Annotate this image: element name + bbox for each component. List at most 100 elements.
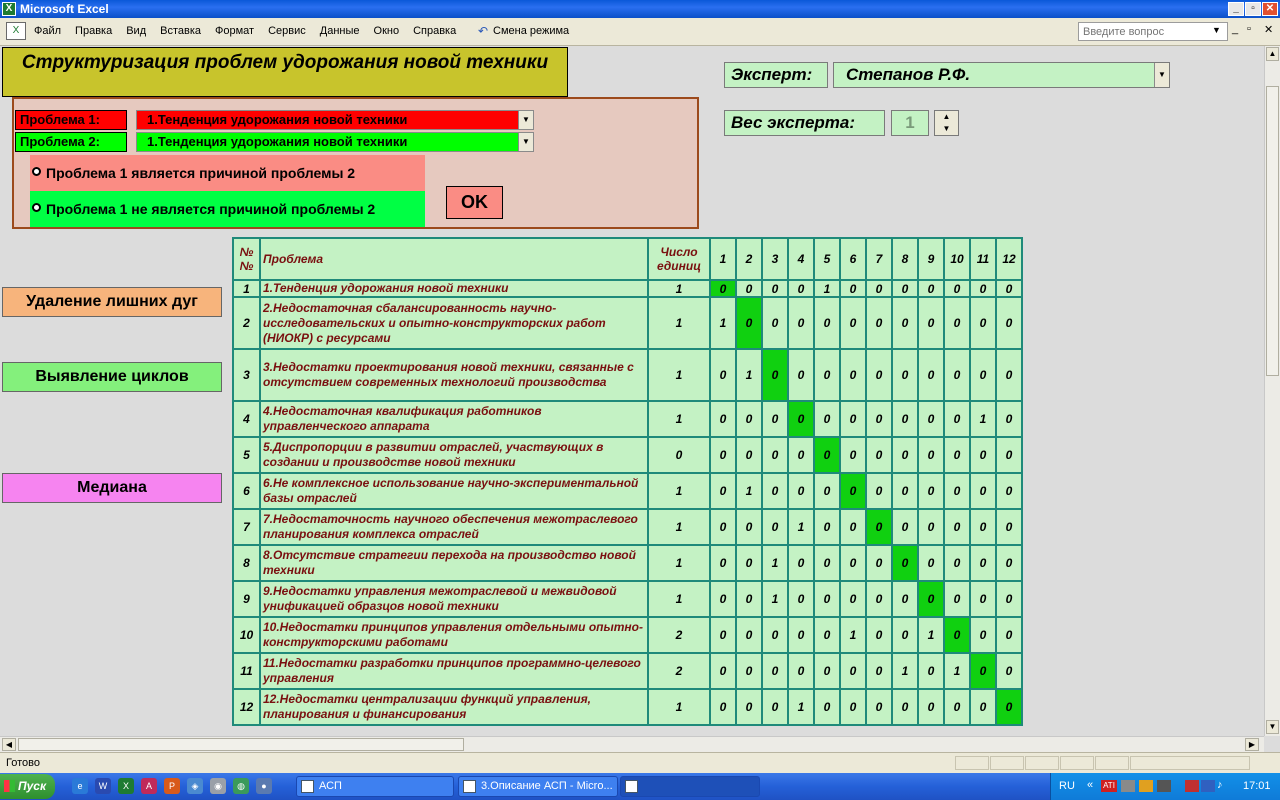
- matrix-cell[interactable]: 0: [839, 296, 867, 350]
- matrix-cell[interactable]: 0: [995, 436, 1023, 474]
- matrix-cell[interactable]: 0: [761, 296, 789, 350]
- workbook-icon[interactable]: X: [6, 22, 26, 40]
- diagonal-cell[interactable]: 0: [891, 544, 919, 582]
- matrix-cell[interactable]: 0: [995, 580, 1023, 618]
- menu-tools[interactable]: Сервис: [268, 25, 306, 37]
- excel-icon[interactable]: X: [118, 778, 134, 794]
- radio-dot-icon[interactable]: [32, 203, 41, 212]
- matrix-cell[interactable]: 0: [917, 400, 945, 438]
- matrix-cell[interactable]: 0: [813, 688, 841, 726]
- maximize-button[interactable]: ▫: [1245, 2, 1261, 16]
- word-icon[interactable]: W: [95, 778, 111, 794]
- matrix-cell[interactable]: 0: [735, 580, 763, 618]
- doc-minimize-button[interactable]: _: [1232, 23, 1238, 35]
- matrix-cell[interactable]: 0: [839, 652, 867, 690]
- matrix-cell[interactable]: 0: [969, 296, 997, 350]
- matrix-cell[interactable]: 0: [891, 508, 919, 546]
- menu-insert[interactable]: Вставка: [160, 25, 201, 37]
- doc-restore-button[interactable]: ▫: [1247, 23, 1251, 35]
- matrix-cell[interactable]: 0: [943, 688, 971, 726]
- matrix-cell[interactable]: 0: [969, 616, 997, 654]
- matrix-cell[interactable]: 0: [761, 688, 789, 726]
- matrix-cell[interactable]: 0: [813, 544, 841, 582]
- diagonal-cell[interactable]: 0: [865, 508, 893, 546]
- problem1-combo[interactable]: 1.Тенденция удорожания новой техники ▼: [136, 110, 534, 130]
- matrix-cell[interactable]: 0: [787, 279, 815, 298]
- matrix-cell[interactable]: 0: [865, 472, 893, 510]
- matrix-cell[interactable]: 1: [813, 279, 841, 298]
- matrix-cell[interactable]: 0: [917, 279, 945, 298]
- diagonal-cell[interactable]: 0: [761, 348, 789, 402]
- matrix-cell[interactable]: 0: [995, 544, 1023, 582]
- matrix-cell[interactable]: 0: [735, 688, 763, 726]
- matrix-cell[interactable]: 0: [917, 296, 945, 350]
- matrix-cell[interactable]: 0: [787, 348, 815, 402]
- monitor-tray-icon[interactable]: [1201, 780, 1215, 792]
- matrix-cell[interactable]: 0: [865, 688, 893, 726]
- menu-help[interactable]: Справка: [413, 25, 456, 37]
- matrix-cell[interactable]: 0: [943, 508, 971, 546]
- matrix-cell[interactable]: 0: [709, 348, 737, 402]
- matrix-cell[interactable]: 0: [761, 400, 789, 438]
- matrix-cell[interactable]: 0: [969, 544, 997, 582]
- matrix-cell[interactable]: 0: [813, 348, 841, 402]
- matrix-cell[interactable]: 0: [943, 296, 971, 350]
- matrix-cell[interactable]: 0: [787, 296, 815, 350]
- start-button[interactable]: Пуск: [0, 774, 55, 799]
- matrix-cell[interactable]: 0: [813, 580, 841, 618]
- detect-cycles-button[interactable]: Выявление циклов: [2, 362, 222, 392]
- scroll-left-icon[interactable]: ◀: [2, 738, 16, 751]
- matrix-cell[interactable]: 0: [917, 508, 945, 546]
- globe-icon[interactable]: ●: [256, 778, 272, 794]
- median-button[interactable]: Медиана: [2, 473, 222, 503]
- matrix-cell[interactable]: 0: [891, 436, 919, 474]
- matrix-cell[interactable]: 0: [969, 436, 997, 474]
- matrix-cell[interactable]: 0: [891, 580, 919, 618]
- weight-value[interactable]: 1: [891, 110, 929, 136]
- remove-arcs-button[interactable]: Удаление лишних дуг: [2, 287, 222, 317]
- network-icon[interactable]: ◍: [233, 778, 249, 794]
- diagonal-cell[interactable]: 0: [735, 296, 763, 350]
- matrix-cell[interactable]: 0: [995, 616, 1023, 654]
- matrix-cell[interactable]: 0: [761, 279, 789, 298]
- ati-icon[interactable]: ATI: [1101, 780, 1117, 792]
- matrix-cell[interactable]: 0: [735, 436, 763, 474]
- diagonal-cell[interactable]: 0: [917, 580, 945, 618]
- matrix-cell[interactable]: 0: [917, 544, 945, 582]
- diagonal-cell[interactable]: 0: [709, 279, 737, 298]
- matrix-cell[interactable]: 0: [943, 472, 971, 510]
- mode-switch-button[interactable]: Смена режима: [493, 25, 569, 37]
- matrix-cell[interactable]: 1: [787, 508, 815, 546]
- matrix-cell[interactable]: 0: [865, 652, 893, 690]
- matrix-cell[interactable]: 0: [891, 348, 919, 402]
- matrix-cell[interactable]: 0: [709, 400, 737, 438]
- access-icon[interactable]: A: [141, 778, 157, 794]
- matrix-cell[interactable]: 0: [839, 688, 867, 726]
- matrix-cell[interactable]: 0: [787, 436, 815, 474]
- menu-view[interactable]: Вид: [126, 25, 146, 37]
- diagonal-cell[interactable]: 0: [813, 436, 841, 474]
- radio-dot-icon[interactable]: [32, 167, 41, 176]
- chevron-down-icon[interactable]: ▼: [518, 133, 533, 151]
- matrix-cell[interactable]: 0: [969, 279, 997, 298]
- expert-combo[interactable]: Степанов Р.Ф. ▼: [833, 62, 1170, 88]
- matrix-cell[interactable]: 0: [709, 616, 737, 654]
- chevron-down-icon[interactable]: ▼: [518, 111, 533, 129]
- matrix-cell[interactable]: 0: [839, 580, 867, 618]
- menu-edit[interactable]: Правка: [75, 25, 112, 37]
- matrix-cell[interactable]: 0: [865, 580, 893, 618]
- diagonal-cell[interactable]: 0: [839, 472, 867, 510]
- matrix-cell[interactable]: 0: [813, 508, 841, 546]
- matrix-cell[interactable]: 0: [787, 616, 815, 654]
- matrix-cell[interactable]: 0: [995, 472, 1023, 510]
- matrix-cell[interactable]: 1: [735, 348, 763, 402]
- matrix-cell[interactable]: 0: [969, 688, 997, 726]
- security-tray-icon[interactable]: [1185, 780, 1199, 792]
- matrix-cell[interactable]: 0: [787, 652, 815, 690]
- matrix-cell[interactable]: 0: [865, 348, 893, 402]
- matrix-cell[interactable]: 0: [943, 348, 971, 402]
- matrix-cell[interactable]: 0: [761, 508, 789, 546]
- matrix-cell[interactable]: 0: [839, 508, 867, 546]
- matrix-cell[interactable]: 1: [839, 616, 867, 654]
- minimize-button[interactable]: _: [1228, 2, 1244, 16]
